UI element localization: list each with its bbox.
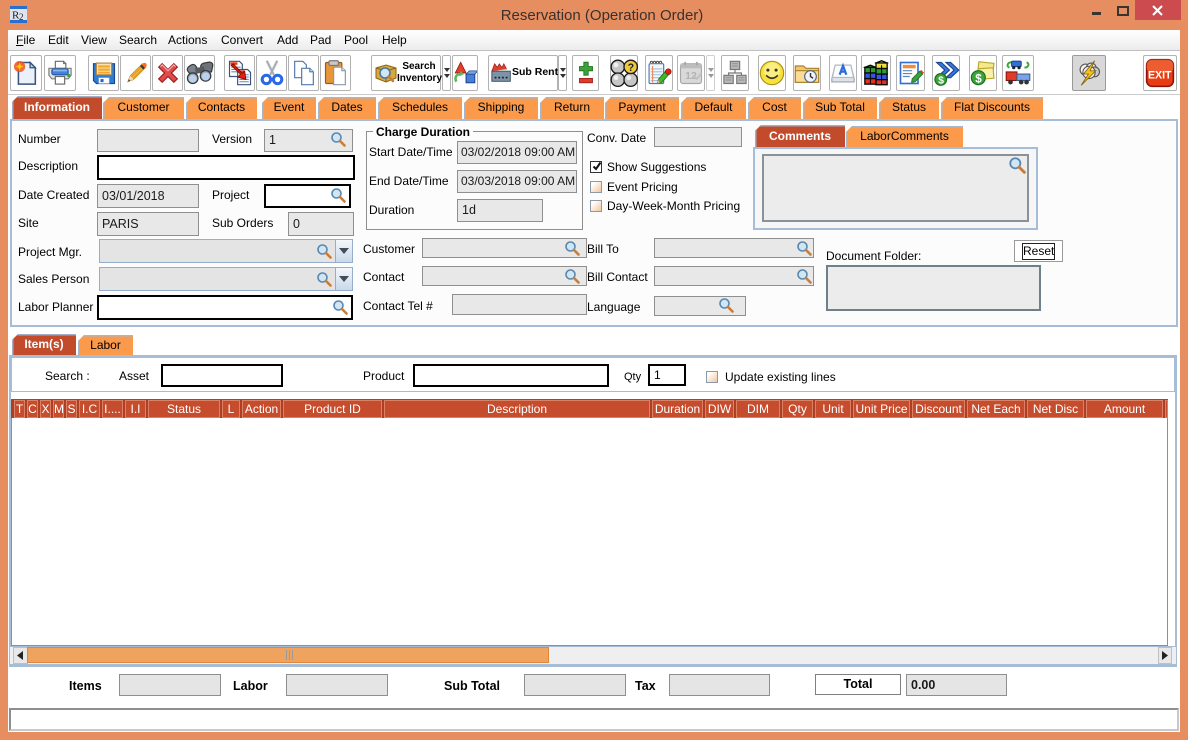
- svg-text:12: 12: [685, 70, 697, 82]
- svg-text:$: $: [938, 75, 944, 87]
- svg-text:$: $: [975, 72, 982, 85]
- svg-text:EXIT: EXIT: [1148, 70, 1172, 82]
- svg-text:?: ?: [628, 62, 634, 74]
